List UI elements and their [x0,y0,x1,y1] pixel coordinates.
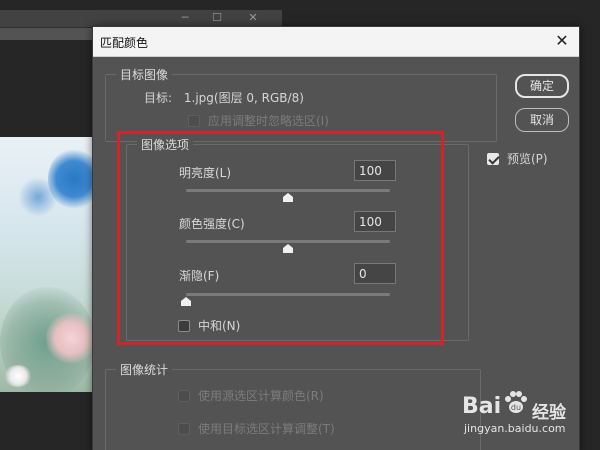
color-intensity-slider-track[interactable] [186,240,390,243]
target-image-legend: 目标图像 [116,66,173,83]
preview-option[interactable]: 预览(P) [487,150,548,167]
close-icon[interactable]: ✕ [551,31,573,53]
ignore-selection-option: 应用调整时忽略选区(I) [188,112,329,129]
use-target-selection-label: 使用目标选区计算调整(T) [198,422,335,436]
luminance-input[interactable] [354,160,396,181]
fade-slider-track[interactable] [186,293,390,296]
neutralize-label: 中和(N) [198,319,241,333]
use-target-selection-checkbox [178,422,190,435]
use-source-selection-label: 使用源选区计算颜色(R) [198,389,324,403]
dialog-title: 匹配颜色 [100,36,149,50]
image-statistics-group: 图像统计 使用源选区计算颜色(R) 使用目标选区计算调整(T) [105,361,481,450]
ok-button[interactable]: 确定 [515,74,569,98]
cancel-button[interactable]: 取消 [515,108,569,132]
neutralize-option[interactable]: 中和(N) [178,317,240,334]
luminance-label: 明亮度(L) [179,166,232,180]
fade-label: 渐隐(F) [179,269,220,283]
target-image-group: 目标图像 目标: 1.jpg(图层 0, RGB/8) 应用调整时忽略选区(I) [105,66,497,142]
fade-input[interactable] [354,263,396,284]
ignore-selection-checkbox [188,114,200,127]
image-statistics-legend: 图像统计 [116,361,173,378]
match-color-dialog: 匹配颜色 ✕ 目标图像 目标: 1.jpg(图层 0, RGB/8) 应用调整时… [92,26,580,450]
preview-label: 预览(P) [507,152,548,166]
background-document-tab-strip [0,28,92,40]
target-value: 1.jpg(图层 0, RGB/8) [183,91,304,105]
color-intensity-input[interactable] [354,211,396,232]
target-info: 目标: 1.jpg(图层 0, RGB/8) [144,89,304,106]
use-source-selection-option: 使用源选区计算颜色(R) [178,387,324,404]
preview-checkbox[interactable] [487,152,499,165]
use-target-selection-option: 使用目标选区计算调整(T) [178,420,335,437]
neutralize-checkbox[interactable] [178,319,190,332]
image-options-legend: 图像选项 [137,136,194,153]
dialog-titlebar[interactable]: 匹配颜色 ✕ [93,27,579,57]
luminance-slider-track[interactable] [186,189,390,192]
ignore-selection-label: 应用调整时忽略选区(I) [208,114,329,128]
canvas-photo [0,137,92,392]
target-label: 目标: [144,91,173,105]
color-intensity-label: 颜色强度(C) [179,217,245,231]
use-source-selection-checkbox [178,389,190,402]
